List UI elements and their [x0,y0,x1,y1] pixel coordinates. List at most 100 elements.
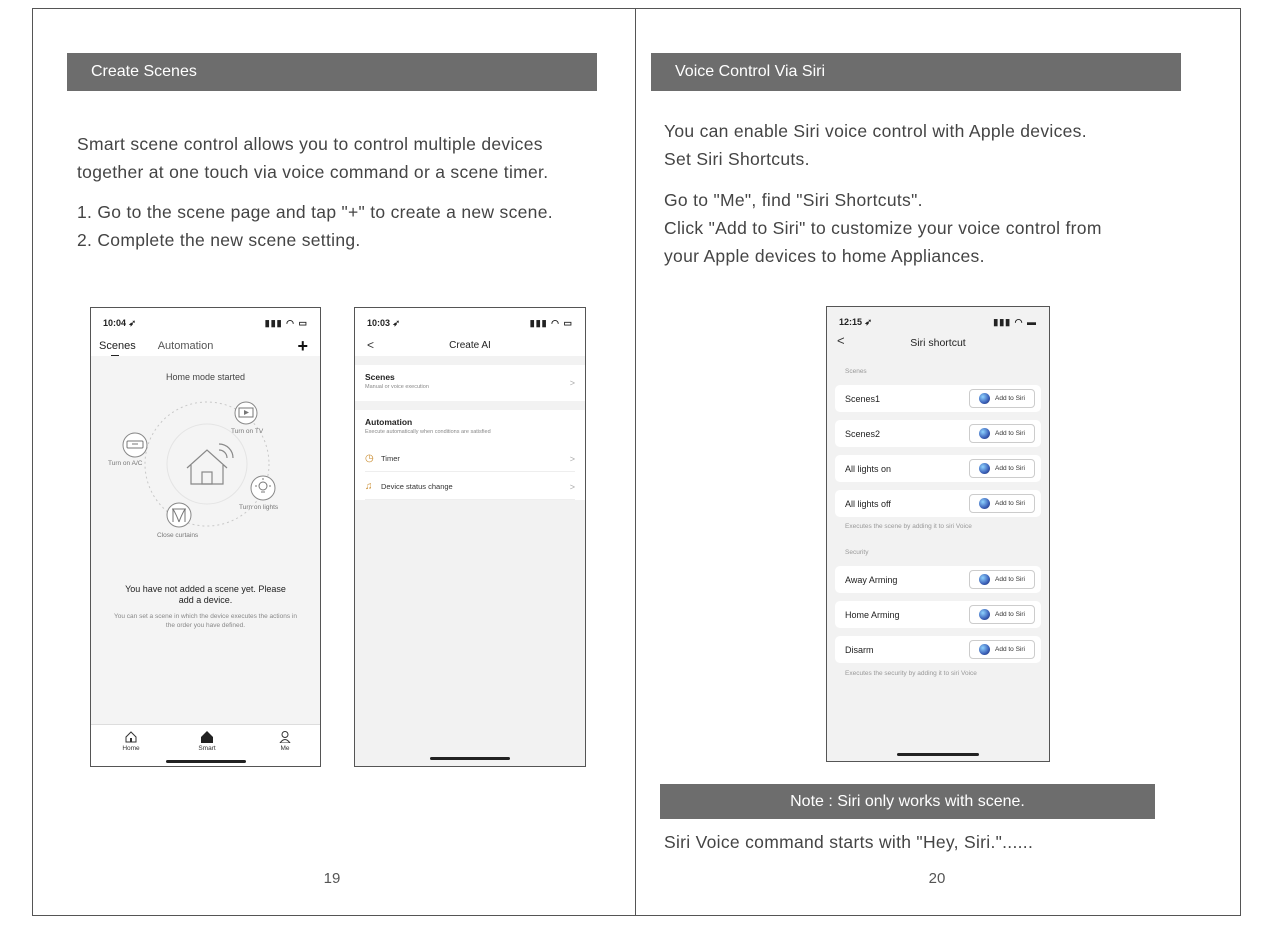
siri-footer-text: Siri Voice command starts with "Hey, Sir… [664,832,1034,852]
create-ai-header: < Create AI [355,336,585,356]
tab-automation[interactable]: Automation [158,340,214,352]
add-to-siri-button[interactable]: Add to Siri [969,605,1035,624]
page-divider [635,8,636,916]
scenes-empty-state: Home mode started Turn on TV Turn on A/C… [91,356,320,724]
add-to-siri-label: Add to Siri [995,395,1025,402]
phone-create-ai-screenshot: 10:03 ➶ ▮▮▮ ◠ ▭ < Create AI Scenes Manua… [354,307,586,767]
scenes-option[interactable]: Scenes Manual or voice execution [355,372,585,402]
chevron-right-icon: > [569,481,575,492]
scenes-option-title: Scenes [365,372,395,382]
add-to-siri-button[interactable]: Add to Siri [969,494,1035,513]
shortcut-label: Home Arming [845,609,900,620]
siri-intro-line-1: You can enable Siri voice control with A… [664,121,1087,141]
automation-subtitle: Execute automatically when conditions ar… [365,429,491,435]
label-turn-on-ac: Turn on A/C [108,460,143,467]
siri-instructions-line-3: your Apple devices to home Appliances. [664,246,985,266]
shortcut-row: Scenes1 Add to Siri [835,385,1041,412]
security-section-label: Security [845,549,869,556]
tab-scenes[interactable]: Scenes [99,340,136,357]
status-bar: 12:15 ➶ ▮▮▮ ◠ ▬ [839,317,1037,328]
page-number-20: 20 [928,870,946,887]
shortcut-row: Scenes2 Add to Siri [835,420,1041,447]
house-bubble [166,423,248,505]
status-bar: 10:03 ➶ ▮▮▮ ◠ ▭ [367,318,573,329]
status-icons: ▮▮▮ ◠ ▭ [264,318,308,328]
siri-instructions-line-1: Go to "Me", find "Siri Shortcuts". [664,190,923,210]
scenes-note: Executes the scene by adding it to siri … [845,523,972,530]
siri-instructions-line-2: Click "Add to Siri" to customize your vo… [664,218,1102,238]
smart-home-icon [201,731,213,743]
siri-icon [979,609,990,620]
step-2: 2. Complete the new scene setting. [77,230,361,250]
shortcut-label: Scenes2 [845,428,881,439]
add-to-siri-label: Add to Siri [995,611,1025,618]
bell-icon: ♫ [365,481,373,492]
add-to-siri-label: Add to Siri [995,646,1025,653]
shortcut-label: All lights on [845,463,892,474]
device-status-label: Device status change [381,482,453,491]
add-to-siri-label: Add to Siri [995,500,1025,507]
shortcut-row: Home Arming Add to Siri [835,601,1041,628]
siri-icon [979,498,990,509]
siri-icon [979,574,990,585]
section-gap [355,401,585,410]
chevron-right-icon: > [569,453,575,464]
scenes-section-label: Scenes [845,368,867,375]
nav-home[interactable]: Home [111,731,151,752]
status-time: 10:03 ➶ [367,318,401,328]
shortcut-row: Away Arming Add to Siri [835,566,1041,593]
add-to-siri-button[interactable]: Add to Siri [969,640,1035,659]
home-indicator [897,753,979,756]
status-bar: 10:04 ➶ ▮▮▮ ◠ ▭ [103,318,308,329]
nav-me-label: Me [280,745,290,752]
no-scene-subtext: You can set a scene in which the device … [114,613,297,629]
device-status-option[interactable]: ♫ Device status change > [365,474,575,500]
siri-icon [979,463,990,474]
home-indicator [430,757,510,760]
add-scene-button[interactable]: + [297,336,308,357]
status-time: 12:15 ➶ [839,317,873,327]
voice-control-banner: Voice Control Via Siri [651,53,1181,91]
security-note: Executes the security by adding it to si… [845,670,977,677]
siri-icon [979,428,990,439]
intro-line-2: together at one touch via voice command … [77,162,549,182]
label-close-curtains: Close curtains [157,532,199,539]
timer-label: Timer [381,454,400,463]
ac-icon [122,432,148,458]
status-icons: ▮▮▮ ◠ ▬ [993,317,1037,327]
step-1: 1. Go to the scene page and tap "+" to c… [77,202,553,222]
status-icons: ▮▮▮ ◠ ▭ [529,318,573,328]
shortcut-row: All lights off Add to Siri [835,490,1041,517]
tv-icon [234,401,258,425]
nav-me[interactable]: Me [265,731,305,752]
siri-instructions: Go to "Me", find "Siri Shortcuts". Click… [664,186,1224,270]
chevron-right-icon: > [569,378,575,388]
add-to-siri-button[interactable]: Add to Siri [969,389,1035,408]
siri-intro-line-2: Set Siri Shortcuts. [664,149,810,169]
nav-smart[interactable]: Smart [187,731,227,752]
add-to-siri-button[interactable]: Add to Siri [969,459,1035,478]
create-scenes-intro: Smart scene control allows you to contro… [77,130,617,186]
add-to-siri-button[interactable]: Add to Siri [969,570,1035,589]
profile-icon [279,731,291,743]
home-icon [125,731,137,743]
add-to-siri-label: Add to Siri [995,576,1025,583]
no-scene-message: You have not added a scene yet. Please a… [125,584,286,605]
clock-icon: ◷ [365,453,374,464]
automation-section: Automation Execute automatically when co… [355,417,585,445]
page-number-19: 19 [323,870,341,887]
shortcut-label: Disarm [845,644,874,655]
intro-line-1: Smart scene control allows you to contro… [77,134,543,154]
phone-scenes-screenshot: 10:04 ➶ ▮▮▮ ◠ ▭ Scenes Automation + Home… [90,307,321,767]
curtains-icon [166,502,192,528]
create-scenes-steps: 1. Go to the scene page and tap "+" to c… [77,198,637,254]
label-turn-on-lights: Turn on lights [239,504,279,511]
siri-note-banner: Note : Siri only works with scene. [660,784,1155,819]
add-to-siri-button[interactable]: Add to Siri [969,424,1035,443]
nav-home-label: Home [122,745,140,752]
label-turn-on-tv: Turn on TV [231,428,264,435]
shortcut-row: Disarm Add to Siri [835,636,1041,663]
timer-option[interactable]: ◷ Timer > [365,446,575,472]
shortcut-label: Scenes1 [845,393,881,404]
empty-area [355,500,585,766]
